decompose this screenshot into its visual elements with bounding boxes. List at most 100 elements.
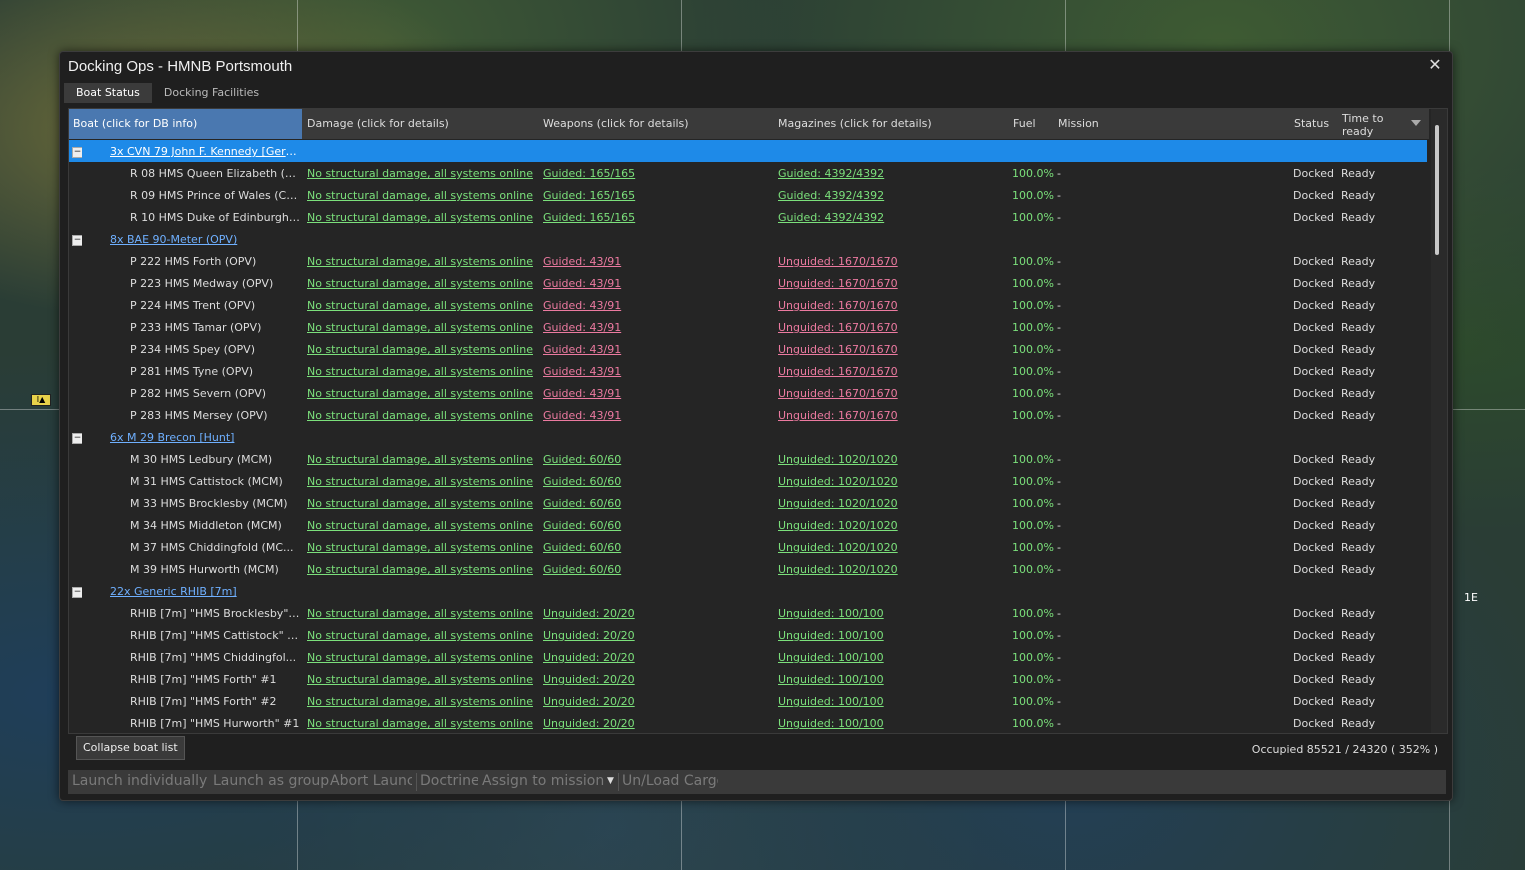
table-row[interactable]: P 233 HMS Tamar (OPV) No structural damag…	[69, 316, 1427, 338]
table-row[interactable]: M 34 HMS Middleton (MCM) No structural da…	[69, 514, 1427, 536]
table-row[interactable]: M 31 HMS Cattistock (MCM) No structural d…	[69, 470, 1427, 492]
magazines-link[interactable]: Unguided: 1670/1670	[778, 316, 1008, 338]
damage-link[interactable]: No structural damage, all systems online	[307, 294, 537, 316]
weapons-link[interactable]: Guided: 165/165	[543, 206, 773, 228]
damage-link[interactable]: No structural damage, all systems online	[307, 338, 537, 360]
group-row[interactable]: − 6x M 29 Brecon [Hunt]	[69, 426, 1427, 448]
magazines-link[interactable]: Unguided: 100/100	[778, 646, 1008, 668]
damage-link[interactable]: No structural damage, all systems online	[307, 448, 537, 470]
boat-name[interactable]: R 09 HMS Prince of Wales (CV...	[130, 184, 300, 206]
table-row[interactable]: P 282 HMS Severn (OPV) No structural dama…	[69, 382, 1427, 404]
table-row[interactable]: M 30 HMS Ledbury (MCM) No structural dama…	[69, 448, 1427, 470]
magazines-link[interactable]: Guided: 4392/4392	[778, 162, 1008, 184]
table-row[interactable]: P 224 HMS Trent (OPV) No structural damag…	[69, 294, 1427, 316]
magazines-link[interactable]: Guided: 4392/4392	[778, 184, 1008, 206]
damage-link[interactable]: No structural damage, all systems online	[307, 514, 537, 536]
boat-name[interactable]: RHIB [7m] "HMS Cattistock" #1	[130, 624, 300, 646]
table-row[interactable]: P 283 HMS Mersey (OPV) No structural dama…	[69, 404, 1427, 426]
boat-name[interactable]: P 233 HMS Tamar (OPV)	[130, 316, 300, 338]
boat-name[interactable]: R 10 HMS Duke of Edinburgh ...	[130, 206, 300, 228]
damage-link[interactable]: No structural damage, all systems online	[307, 470, 537, 492]
table-row[interactable]: RHIB [7m] "HMS Forth" #1 No structural da…	[69, 668, 1427, 690]
group-link[interactable]: 22x Generic RHIB [7m]	[110, 580, 300, 602]
weapons-link[interactable]: Guided: 60/60	[543, 514, 773, 536]
table-row[interactable]: RHIB [7m] "HMS Hurworth" #1 No structural…	[69, 712, 1427, 733]
table-row[interactable]: P 223 HMS Medway (OPV) No structural dama…	[69, 272, 1427, 294]
weapons-link[interactable]: Guided: 43/91	[543, 316, 773, 338]
boat-name[interactable]: RHIB [7m] "HMS Brocklesby" ...	[130, 602, 300, 624]
magazines-link[interactable]: Unguided: 100/100	[778, 668, 1008, 690]
collapse-icon[interactable]: −	[72, 587, 82, 598]
magazines-link[interactable]: Unguided: 1020/1020	[778, 492, 1008, 514]
boat-name[interactable]: R 08 HMS Queen Elizabeth (C...	[130, 162, 300, 184]
damage-link[interactable]: No structural damage, all systems online	[307, 668, 537, 690]
weapons-link[interactable]: Guided: 43/91	[543, 272, 773, 294]
collapse-icon[interactable]: −	[72, 433, 82, 444]
table-row[interactable]: P 281 HMS Tyne (OPV) No structural damage…	[69, 360, 1427, 382]
weapons-link[interactable]: Guided: 43/91	[543, 360, 773, 382]
magazines-link[interactable]: Unguided: 1670/1670	[778, 294, 1008, 316]
close-icon[interactable]: ✕	[1426, 56, 1444, 74]
boat-name[interactable]: P 223 HMS Medway (OPV)	[130, 272, 300, 294]
magazines-link[interactable]: Unguided: 1670/1670	[778, 382, 1008, 404]
magazines-link[interactable]: Unguided: 1670/1670	[778, 250, 1008, 272]
weapons-link[interactable]: Guided: 43/91	[543, 404, 773, 426]
damage-link[interactable]: No structural damage, all systems online	[307, 492, 537, 514]
damage-link[interactable]: No structural damage, all systems online	[307, 184, 537, 206]
chevron-down-icon[interactable]: ▼	[607, 776, 614, 786]
vertical-scrollbar[interactable]	[1431, 109, 1447, 733]
magazines-link[interactable]: Unguided: 100/100	[778, 624, 1008, 646]
boat-name[interactable]: P 234 HMS Spey (OPV)	[130, 338, 300, 360]
weapons-link[interactable]: Guided: 60/60	[543, 492, 773, 514]
boat-name[interactable]: M 33 HMS Brocklesby (MCM)	[130, 492, 300, 514]
magazines-link[interactable]: Unguided: 1670/1670	[778, 338, 1008, 360]
collapse-boat-list-button[interactable]: Collapse boat list	[76, 736, 185, 760]
table-row[interactable]: M 39 HMS Hurworth (MCM) No structural dam…	[69, 558, 1427, 580]
magazines-link[interactable]: Unguided: 1020/1020	[778, 558, 1008, 580]
column-header-boat[interactable]: Boat (click for DB info)	[69, 109, 302, 139]
weapons-link[interactable]: Guided: 60/60	[543, 558, 773, 580]
boat-name[interactable]: M 30 HMS Ledbury (MCM)	[130, 448, 300, 470]
table-row[interactable]: P 234 HMS Spey (OPV) No structural damage…	[69, 338, 1427, 360]
table-row[interactable]: R 08 HMS Queen Elizabeth (C... No structu…	[69, 162, 1427, 184]
group-row[interactable]: − 22x Generic RHIB [7m]	[69, 580, 1427, 602]
boat-name[interactable]: P 282 HMS Severn (OPV)	[130, 382, 300, 404]
column-header-mission[interactable]: Mission	[1054, 109, 1290, 139]
damage-link[interactable]: No structural damage, all systems online	[307, 382, 537, 404]
weapons-link[interactable]: Unguided: 20/20	[543, 646, 773, 668]
magazines-link[interactable]: Guided: 4392/4392	[778, 206, 1008, 228]
magazines-link[interactable]: Unguided: 100/100	[778, 712, 1008, 733]
boat-name[interactable]: M 37 HMS Chiddingfold (MC...	[130, 536, 300, 558]
group-row[interactable]: − 3x CVN 79 John F. Kennedy [Gerald...	[69, 140, 1427, 162]
boat-name[interactable]: RHIB [7m] "HMS Hurworth" #1	[130, 712, 300, 733]
tab-docking-facilities[interactable]: Docking Facilities	[152, 83, 271, 103]
weapons-link[interactable]: Guided: 165/165	[543, 184, 773, 206]
weapons-link[interactable]: Guided: 43/91	[543, 250, 773, 272]
launch-individually-button[interactable]: Launch individually	[72, 773, 213, 789]
boat-name[interactable]: M 39 HMS Hurworth (MCM)	[130, 558, 300, 580]
group-row[interactable]: − 8x BAE 90-Meter (OPV)	[69, 228, 1427, 250]
column-header-status[interactable]: Status	[1290, 109, 1340, 139]
weapons-link[interactable]: Guided: 43/91	[543, 294, 773, 316]
magazines-link[interactable]: Unguided: 100/100	[778, 690, 1008, 712]
boat-name[interactable]: M 31 HMS Cattistock (MCM)	[130, 470, 300, 492]
collapse-icon[interactable]: −	[72, 147, 82, 158]
map-unit-marker[interactable]: I▲	[31, 394, 51, 406]
damage-link[interactable]: No structural damage, all systems online	[307, 624, 537, 646]
weapons-link[interactable]: Unguided: 20/20	[543, 602, 773, 624]
assign-to-mission-button[interactable]: Assign to mission	[482, 773, 604, 789]
weapons-link[interactable]: Guided: 43/91	[543, 338, 773, 360]
magazines-link[interactable]: Unguided: 1020/1020	[778, 536, 1008, 558]
scrollbar-thumb[interactable]	[1435, 125, 1439, 255]
damage-link[interactable]: No structural damage, all systems online	[307, 602, 537, 624]
column-chooser-dropdown-icon[interactable]	[1411, 120, 1421, 126]
boat-name[interactable]: RHIB [7m] "HMS Forth" #2	[130, 690, 300, 712]
table-row[interactable]: RHIB [7m] "HMS Forth" #2 No structural da…	[69, 690, 1427, 712]
boat-name[interactable]: M 34 HMS Middleton (MCM)	[130, 514, 300, 536]
weapons-link[interactable]: Guided: 60/60	[543, 536, 773, 558]
abort-launch-button[interactable]: Abort Launch	[330, 773, 412, 789]
table-row[interactable]: RHIB [7m] "HMS Cattistock" #1 No structur…	[69, 624, 1427, 646]
magazines-link[interactable]: Unguided: 1670/1670	[778, 404, 1008, 426]
magazines-link[interactable]: Unguided: 1670/1670	[778, 360, 1008, 382]
weapons-link[interactable]: Guided: 43/91	[543, 382, 773, 404]
